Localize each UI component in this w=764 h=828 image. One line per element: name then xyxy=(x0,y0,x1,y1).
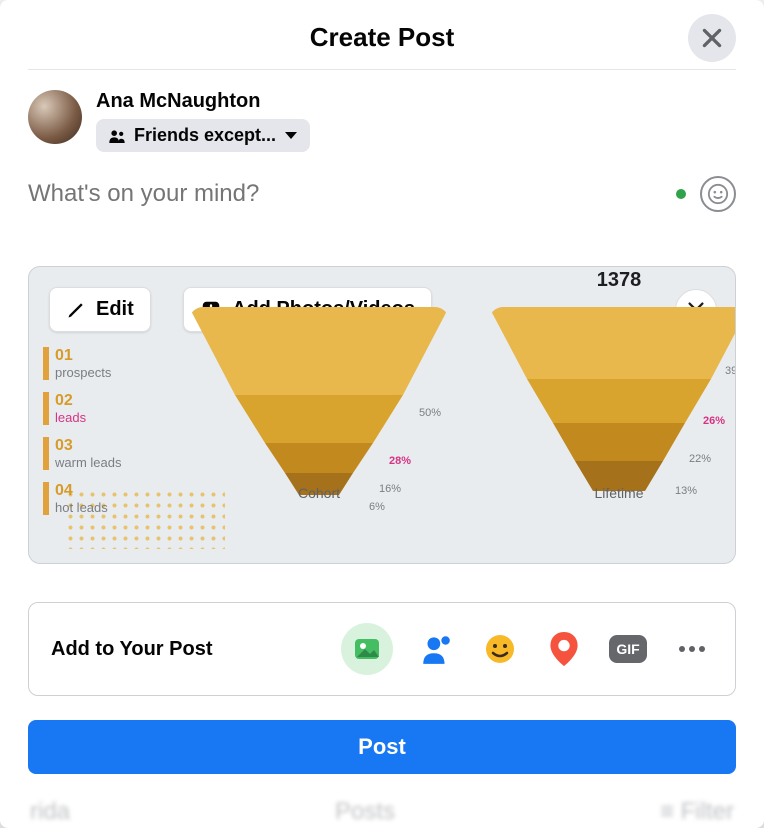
modal-title: Create Post xyxy=(28,22,736,53)
smile-icon xyxy=(707,183,729,205)
close-button[interactable] xyxy=(688,14,736,62)
pct-label: 26% xyxy=(703,415,725,427)
pct-label: 28% xyxy=(389,455,411,467)
edit-media-button[interactable]: Edit xyxy=(49,287,151,332)
funnel-cohort: 50% 28% 16% 6% Cohort xyxy=(189,297,449,507)
funnel-caption: Cohort xyxy=(189,485,449,501)
emoji-button[interactable] xyxy=(700,176,736,212)
create-post-modal: ridaPosts≡ Filter Create Post Ana McNaug… xyxy=(0,0,764,828)
location-icon xyxy=(549,632,579,666)
legend-num: 04 xyxy=(55,482,121,500)
add-to-post-label: Add to Your Post xyxy=(51,638,341,661)
media-attachment: Edit Add Photos/Videos 01prospects 02lea… xyxy=(28,266,736,564)
funnel-caption: Lifetime xyxy=(489,485,736,501)
feeling-activity-button[interactable] xyxy=(479,628,521,670)
pct-label: 6% xyxy=(369,501,385,513)
edit-label: Edit xyxy=(96,298,134,321)
gif-icon: GIF xyxy=(609,635,646,663)
pct-label: 22% xyxy=(689,453,711,465)
friends-except-icon xyxy=(108,129,126,143)
post-button-label: Post xyxy=(358,734,406,759)
legend-label: warm leads xyxy=(55,455,121,470)
add-to-post-bar: Add to Your Post xyxy=(28,602,736,696)
post-text-input[interactable] xyxy=(28,180,676,208)
check-in-button[interactable] xyxy=(543,628,585,670)
funnel-total: 1378 xyxy=(489,269,736,292)
user-name: Ana McNaughton xyxy=(96,90,310,113)
tag-people-button[interactable] xyxy=(415,628,457,670)
pct-label: 39% xyxy=(725,365,736,377)
chevron-down-icon xyxy=(284,131,298,141)
person-icon xyxy=(419,632,453,666)
audience-selector[interactable]: Friends except... xyxy=(96,119,310,152)
feeling-icon xyxy=(484,633,516,665)
avatar[interactable] xyxy=(28,90,82,144)
close-icon xyxy=(699,25,725,51)
legend-label: leads xyxy=(55,410,121,425)
status-dot xyxy=(676,189,686,199)
more-options-button[interactable] xyxy=(671,628,713,670)
photo-icon xyxy=(351,633,383,665)
legend-num: 01 xyxy=(55,347,121,365)
funnel-legend: 01prospects 02leads 03warm leads 04hot l… xyxy=(43,347,121,527)
ellipsis-icon xyxy=(678,644,706,654)
composer-body xyxy=(0,152,764,212)
pencil-icon xyxy=(66,300,86,320)
legend-label: hot leads xyxy=(55,500,121,515)
legend-num: 03 xyxy=(55,437,121,455)
pct-label: 50% xyxy=(419,407,441,419)
gif-button[interactable]: GIF xyxy=(607,628,649,670)
legend-label: prospects xyxy=(55,365,121,380)
funnel-lifetime: 1378 39% 26% 22% 13% Lifetime xyxy=(489,297,736,507)
photo-video-button[interactable] xyxy=(341,623,393,675)
audience-label: Friends except... xyxy=(134,125,276,146)
post-button[interactable]: Post xyxy=(28,720,736,774)
composer-header: Ana McNaughton Friends except... xyxy=(0,70,764,152)
background-blur: ridaPosts≡ Filter xyxy=(0,798,764,828)
legend-num: 02 xyxy=(55,392,121,410)
modal-header: Create Post xyxy=(28,0,736,70)
